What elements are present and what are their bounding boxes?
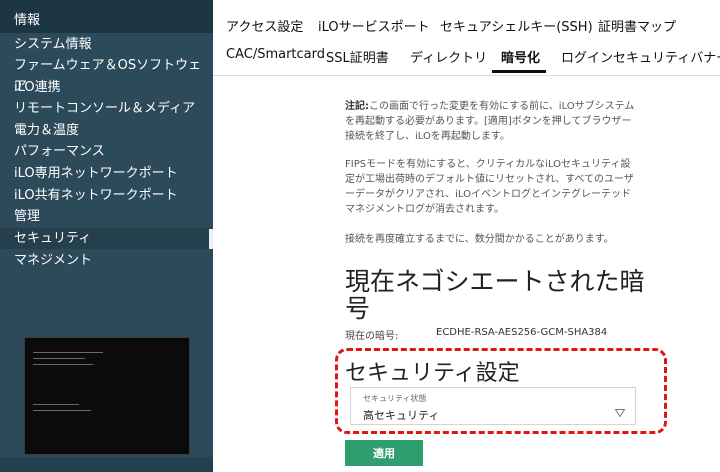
security-state-label: セキュリティ状態 bbox=[363, 394, 427, 403]
tab-encryption[interactable]: 暗号化 bbox=[501, 47, 540, 66]
note-restart: 注記:この画面で行った変更を有効にする前に、iLOサブシステムを再起動する必要が… bbox=[345, 99, 635, 144]
tab-ssh-keys[interactable]: セキュアシェルキー(SSH) bbox=[440, 16, 593, 35]
sidebar: 情報 システム情報 ファームウェア＆OSソフトウェア iLO連携 リモートコンソ… bbox=[0, 0, 213, 472]
sidebar-item-dedicated-network[interactable]: iLO専用ネットワークポート bbox=[0, 163, 213, 184]
sidebar-footer bbox=[0, 457, 213, 472]
sidebar-item-power-thermal[interactable]: 電力＆温度 bbox=[0, 120, 213, 141]
security-state-value: 高セキュリティ bbox=[363, 409, 440, 422]
sidebar-item-performance[interactable]: パフォーマンス bbox=[0, 141, 213, 162]
sidebar-item-management[interactable]: マネジメント bbox=[0, 250, 213, 271]
sidebar-item-system-info[interactable]: システム情報 bbox=[0, 34, 213, 55]
sidebar-item-firmware[interactable]: ファームウェア＆OSソフトウェア bbox=[0, 55, 213, 94]
sidebar-item-shared-network[interactable]: iLO共有ネットワークポート bbox=[0, 185, 213, 206]
sidebar-header-label: 情報 bbox=[14, 13, 41, 28]
note-prefix: 注記: bbox=[345, 101, 369, 112]
note-reconnect: 接続を再度確立するまでに、数分間かかることがあります。 bbox=[345, 234, 614, 245]
tab-login-security-banner[interactable]: ログインセキュリティバナー bbox=[561, 47, 720, 66]
tab-cac-smartcard[interactable]: CAC/Smartcard bbox=[226, 47, 325, 62]
remote-console-thumbnail[interactable] bbox=[24, 337, 190, 455]
current-cipher-label: 現在の暗号: bbox=[345, 331, 399, 342]
cipher-section-title: 現在ネゴシエートされた暗号 bbox=[345, 267, 645, 323]
sidebar-item-administration[interactable]: 管理 bbox=[0, 206, 213, 227]
security-state-select[interactable]: セキュリティ状態 高セキュリティ bbox=[350, 387, 636, 425]
dropdown-arrow-icon bbox=[614, 402, 626, 421]
note-restart-body: この画面で行った変更を有効にする前に、iLOサブシステムを再起動する必要がありま… bbox=[345, 101, 635, 142]
sidebar-header[interactable]: 情報 bbox=[0, 0, 213, 33]
current-cipher-value: ECDHE-RSA-AES256-GCM-SHA384 bbox=[436, 327, 608, 338]
sidebar-item-security[interactable]: セキュリティ bbox=[0, 228, 213, 249]
security-settings-title: セキュリティ設定 bbox=[345, 361, 520, 386]
sidebar-item-ilo-federation[interactable]: iLO連携 bbox=[0, 77, 213, 98]
apply-button[interactable]: 適用 bbox=[345, 440, 423, 466]
tab-certificate-mappings[interactable]: 証明書マップ bbox=[598, 16, 676, 35]
tab-ssl-certificate[interactable]: SSL証明書 bbox=[326, 47, 389, 66]
note-fips: FIPSモードを有効にすると、クリティカルなiLOセキュリティ設定が工場出荷時の… bbox=[345, 159, 634, 215]
sidebar-item-remote-console[interactable]: リモートコンソール＆メディア bbox=[0, 98, 213, 119]
active-tab-underline bbox=[492, 70, 546, 73]
tab-ilo-service-port[interactable]: iLOサービスポート bbox=[318, 16, 430, 35]
tab-access-settings[interactable]: アクセス設定 bbox=[226, 16, 303, 35]
tab-directory[interactable]: ディレクトリ bbox=[410, 47, 487, 66]
